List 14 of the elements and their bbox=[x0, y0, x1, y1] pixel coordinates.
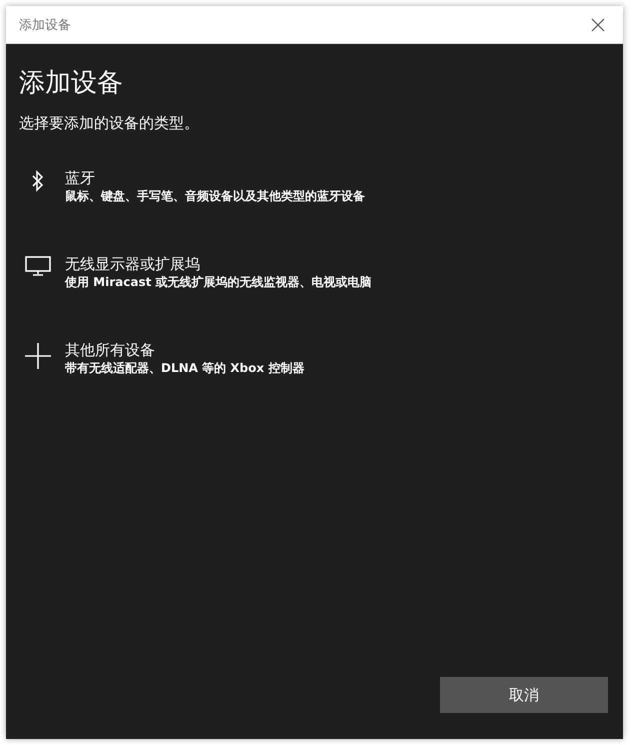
option-description: 鼠标、键盘、手写笔、音频设备以及其他类型的蓝牙设备 bbox=[65, 188, 365, 205]
option-title: 无线显示器或扩展坞 bbox=[65, 254, 201, 274]
plus-icon bbox=[24, 342, 52, 370]
cancel-button[interactable]: 取消 bbox=[440, 677, 608, 713]
window-title: 添加设备 bbox=[19, 16, 71, 34]
option-description: 使用 Miracast 或无线扩展坞的无线监视器、电视或电脑 bbox=[65, 274, 372, 291]
option-title: 其他所有设备 bbox=[65, 340, 156, 360]
close-icon bbox=[591, 18, 605, 32]
dialog-subtitle: 选择要添加的设备的类型。 bbox=[19, 113, 200, 134]
option-description: 带有无线适配器、DLNA 等的 Xbox 控制器 bbox=[65, 360, 304, 377]
option-title: 蓝牙 bbox=[65, 168, 96, 188]
monitor-icon bbox=[25, 256, 51, 276]
dialog-heading: 添加设备 bbox=[19, 67, 124, 100]
bluetooth-icon bbox=[31, 170, 45, 192]
